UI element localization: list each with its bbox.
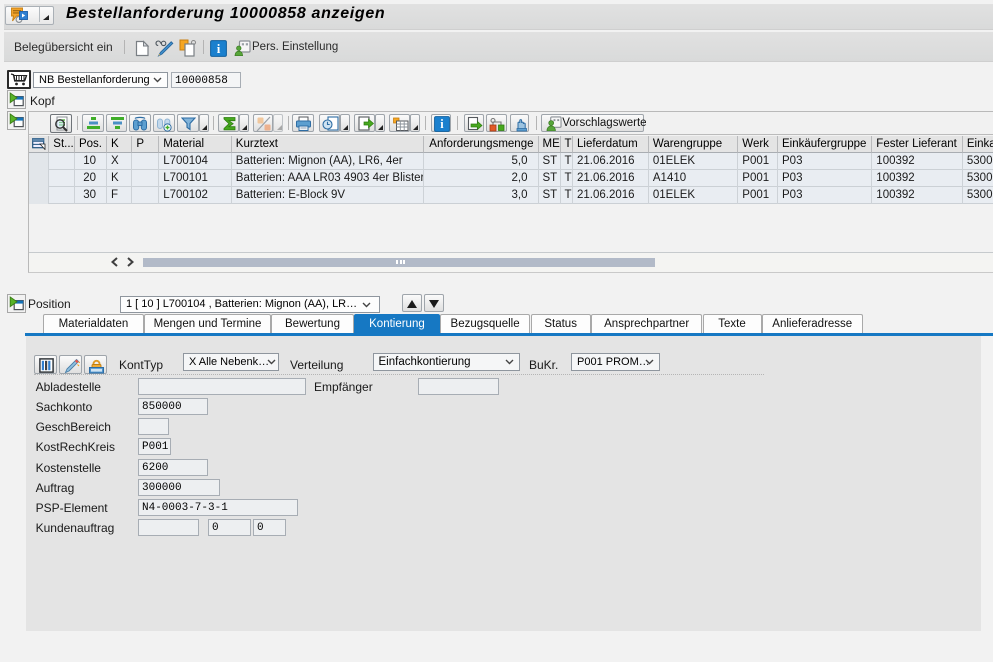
svg-text:i: i bbox=[217, 41, 221, 56]
svg-text:i: i bbox=[440, 117, 444, 131]
